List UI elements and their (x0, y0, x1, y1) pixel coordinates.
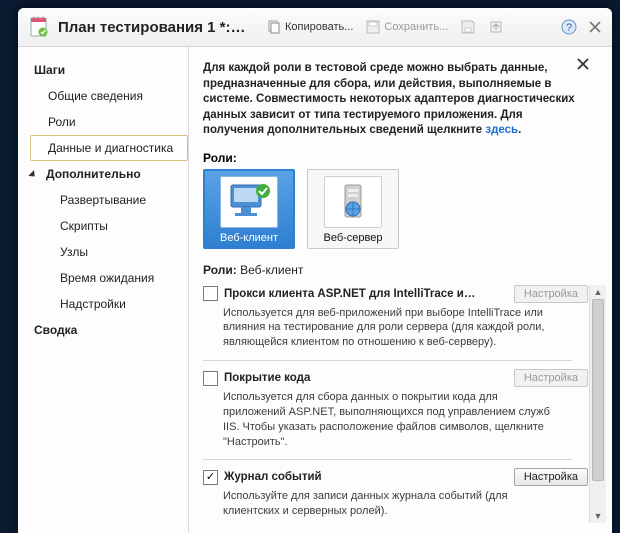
settings-window: План тестирования 1 *: т… Копировать... … (18, 8, 612, 533)
content: Для каждой роли в тестовой среде можно в… (188, 47, 612, 533)
export-icon (488, 19, 504, 35)
intro-link[interactable]: здесь (485, 124, 518, 136)
window-title: План тестирования 1 *: т… (58, 19, 248, 36)
help-button[interactable]: ? (560, 18, 578, 36)
vertical-scrollbar[interactable]: ▲ ▼ (589, 285, 606, 523)
diag-item-aspnet-proxy: Прокси клиента ASP.NET для IntelliTrace … (203, 285, 588, 351)
copy-icon (266, 19, 282, 35)
role-label-web-server: Веб-сервер (324, 232, 383, 244)
diag-item-code-coverage: Покрытие кода Настройка Используется для… (203, 369, 588, 449)
separator (203, 459, 572, 460)
checkbox-code-coverage[interactable] (203, 371, 218, 386)
config-button-code-coverage[interactable]: Настройка (514, 369, 588, 387)
selected-role-prefix: Роли: (203, 263, 237, 277)
save-button[interactable]: Сохранить... (361, 17, 452, 37)
role-tile-web-server[interactable]: Веб-сервер (307, 169, 399, 249)
diag-title-code-coverage: Покрытие кода (224, 372, 508, 384)
sidebar-item-timeouts[interactable]: Время ожидания (30, 265, 188, 291)
intro-text: Для каждой роли в тестовой среде можно в… (203, 61, 606, 139)
sidebar-item-scripts[interactable]: Скрипты (30, 213, 188, 239)
save-icon (365, 19, 381, 35)
web-client-icon (220, 176, 278, 228)
intro-close-button[interactable] (576, 57, 592, 73)
selected-role-header: Роли: Веб-клиент (203, 263, 606, 277)
scroll-up-icon[interactable]: ▲ (590, 285, 606, 299)
sidebar-group-advanced[interactable]: Дополнительно (30, 161, 188, 187)
svg-text:?: ? (566, 22, 572, 34)
config-button-aspnet-proxy[interactable]: Настройка (514, 285, 588, 303)
roles-label: Роли: (203, 151, 606, 165)
diag-title-aspnet-proxy: Прокси клиента ASP.NET для IntelliTrace … (224, 288, 508, 300)
selected-role-name: Веб-клиент (240, 263, 303, 277)
sidebar-item-hosts[interactable]: Узлы (30, 239, 188, 265)
sidebar: Шаги Общие сведения Роли Данные и диагно… (18, 47, 188, 533)
sidebar-group-steps[interactable]: Шаги (30, 57, 188, 83)
roles-row: Веб-клиент Веб-сервер (203, 169, 606, 249)
sidebar-item-deployment[interactable]: Развертывание (30, 187, 188, 213)
config-button-event-log[interactable]: Настройка (514, 468, 588, 486)
diag-title-event-log: Журнал событий (224, 471, 508, 483)
scroll-down-icon[interactable]: ▼ (590, 509, 606, 523)
disk-icon (460, 19, 476, 35)
copy-label: Копировать... (285, 21, 353, 33)
toolbar: Копировать... Сохранить... (262, 17, 508, 37)
titlebar: План тестирования 1 *: т… Копировать... … (18, 8, 612, 47)
sidebar-item-data-diagnostics[interactable]: Данные и диагностика (30, 135, 188, 161)
diagnostics-scroll: Прокси клиента ASP.NET для IntelliTrace … (203, 285, 606, 523)
save-disk-button[interactable] (456, 17, 480, 37)
export-button[interactable] (484, 17, 508, 37)
diag-desc-event-log: Используйте для записи данных журнала со… (223, 489, 553, 519)
role-tile-web-client[interactable]: Веб-клиент (203, 169, 295, 249)
sidebar-item-addins[interactable]: Надстройки (30, 291, 188, 317)
diag-desc-aspnet-proxy: Используется для веб-приложений при выбо… (223, 306, 553, 351)
role-label-web-client: Веб-клиент (220, 232, 278, 244)
diag-item-event-log: Журнал событий Настройка Используйте для… (203, 468, 588, 519)
body: Шаги Общие сведения Роли Данные и диагно… (18, 47, 612, 533)
notepad-icon (28, 15, 50, 39)
diag-desc-code-coverage: Используется для сбора данных о покрытии… (223, 390, 553, 449)
intro-text-part2: . (518, 124, 521, 136)
checkbox-event-log[interactable] (203, 470, 218, 485)
separator (203, 360, 572, 361)
scroll-thumb[interactable] (592, 299, 604, 481)
web-server-icon (324, 176, 382, 228)
save-label: Сохранить... (384, 21, 448, 33)
diagnostics-list: Прокси клиента ASP.NET для IntelliTrace … (203, 285, 606, 520)
sidebar-item-roles[interactable]: Роли (30, 109, 188, 135)
copy-button[interactable]: Копировать... (262, 17, 357, 37)
close-button[interactable] (586, 18, 604, 36)
checkbox-aspnet-proxy[interactable] (203, 286, 218, 301)
sidebar-group-summary[interactable]: Сводка (30, 317, 188, 343)
sidebar-item-general[interactable]: Общие сведения (30, 83, 188, 109)
